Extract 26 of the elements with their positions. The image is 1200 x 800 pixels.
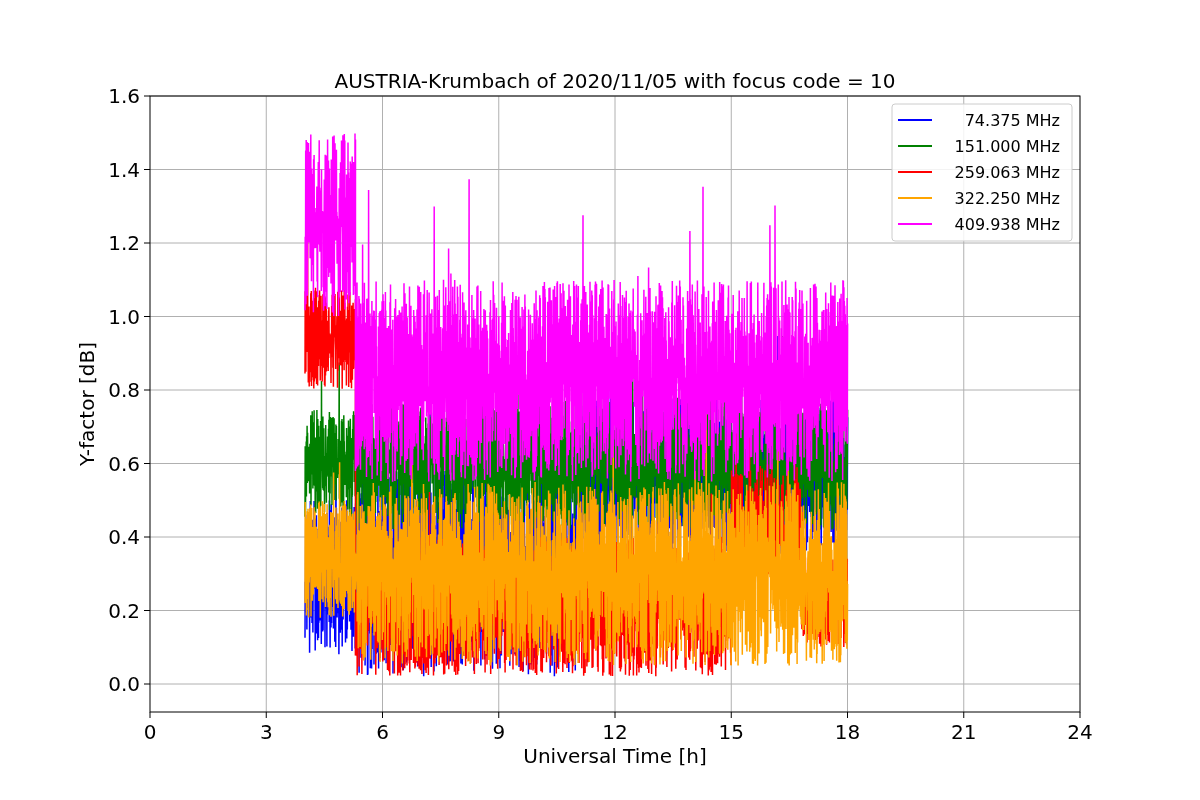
x-tick-label: 21 [951,720,977,744]
y-tick-label: 1.4 [108,157,140,182]
y-axis-label: Y-factor [dB] [75,342,99,466]
y-tick-label: 0.8 [108,378,140,402]
x-tick-label: 6 [376,720,389,744]
x-axis-label: Universal Time [h] [523,744,707,768]
y-tick-label: 1.2 [108,231,140,255]
y-tick-label: 0.6 [108,451,140,476]
chart-title: AUSTRIA-Krumbach of 2020/11/05 with focus code = 10 [334,69,896,93]
x-tick-label: 0 [143,720,157,744]
legend-label: 259.063 MHz [954,163,1060,182]
y-tick-label: 0.0 [108,672,140,696]
x-tick-label: 3 [259,720,273,744]
y-tick-label: 0.2 [108,598,140,623]
x-tick-label: 9 [492,720,506,744]
legend-label: 409.938 MHz [954,215,1060,234]
x-tick-label: 12 [602,720,628,744]
x-tick-label: 18 [834,720,861,744]
legend-label: 151.000 MHz [954,137,1060,156]
y-tick-label: 1.0 [108,304,140,329]
y-tick-label: 1.6 [108,84,140,108]
y-tick-label: 0.4 [108,525,140,549]
legend-label: 74.375 MHz [964,111,1060,130]
x-tick-label: 15 [718,720,744,744]
legend-label: 322.250 MHz [954,189,1060,208]
x-tick-label: 24 [1067,720,1093,744]
